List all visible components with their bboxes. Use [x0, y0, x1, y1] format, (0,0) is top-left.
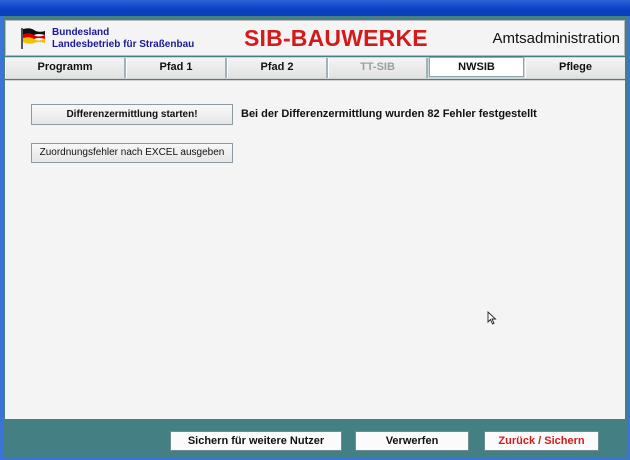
footer-bar: Sichern für weitere Nutzer Verwerfen Zur…: [5, 420, 625, 456]
tab-pfad-1[interactable]: Pfad 1: [126, 58, 227, 78]
back-save-button[interactable]: Zurück / Sichern: [484, 431, 599, 451]
org-name: Bundesland Landesbetrieb für Straßenbau: [52, 27, 194, 51]
export-excel-button[interactable]: Zuordnungsfehler nach EXCEL ausgeben: [31, 143, 233, 163]
tab-pfad-2[interactable]: Pfad 2: [227, 58, 328, 78]
tab-tt-sib: TT-SIB: [328, 58, 428, 78]
start-difference-button[interactable]: Differenzermittlung starten!: [31, 104, 233, 125]
discard-button[interactable]: Verwerfen: [355, 431, 469, 451]
tab-pflege[interactable]: Pflege: [525, 58, 625, 78]
tab-bar: Programm Pfad 1 Pfad 2 TT-SIB NWSIB Pfle…: [5, 57, 625, 79]
result-message: Bei der Differenzermittlung wurden 82 Fe…: [241, 108, 537, 120]
mouse-cursor-icon: [487, 311, 497, 325]
tab-programm[interactable]: Programm: [5, 58, 126, 78]
main-panel: Differenzermittlung starten! Bei der Dif…: [5, 80, 625, 419]
window-titlebar[interactable]: [0, 0, 630, 16]
app-header: Bundesland Landesbetrieb für Straßenbau …: [5, 20, 625, 56]
org-line-2: Landesbetrieb für Straßenbau: [52, 39, 195, 50]
tab-nwsib[interactable]: NWSIB: [429, 57, 524, 77]
flag-icon: [21, 28, 45, 49]
app-title: SIB-BAUWERKE: [244, 25, 428, 51]
save-for-others-button[interactable]: Sichern für weitere Nutzer: [170, 431, 342, 451]
role-label: Amtsadministration: [492, 30, 620, 47]
org-line-1: Bundesland: [52, 27, 110, 38]
